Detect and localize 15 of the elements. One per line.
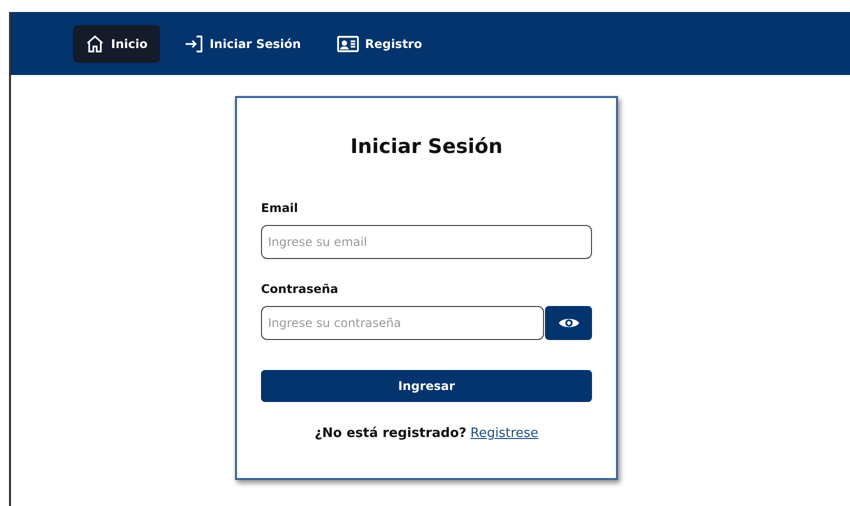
email-field[interactable]: Ingrese su email (261, 225, 592, 259)
submit-button[interactable]: Ingresar (261, 370, 592, 402)
form-title: Iniciar Sesión (349, 134, 504, 158)
home-icon (85, 34, 105, 54)
nav-link[interactable]: Inicio (73, 24, 160, 62)
id-card-icon (336, 34, 359, 52)
field-label: Email (261, 201, 300, 215)
login-icon (184, 34, 204, 54)
nav-link[interactable]: Iniciar Sesión (172, 24, 313, 62)
nav-link[interactable]: Registro (324, 24, 434, 62)
register-link[interactable]: Registrese (470, 426, 538, 441)
password-field[interactable]: Ingrese su contraseña (261, 306, 544, 340)
field-label: Contraseña (261, 282, 340, 296)
show-password-button[interactable] (545, 306, 592, 340)
register-prompt: ¿No está registrado? (314, 426, 466, 441)
